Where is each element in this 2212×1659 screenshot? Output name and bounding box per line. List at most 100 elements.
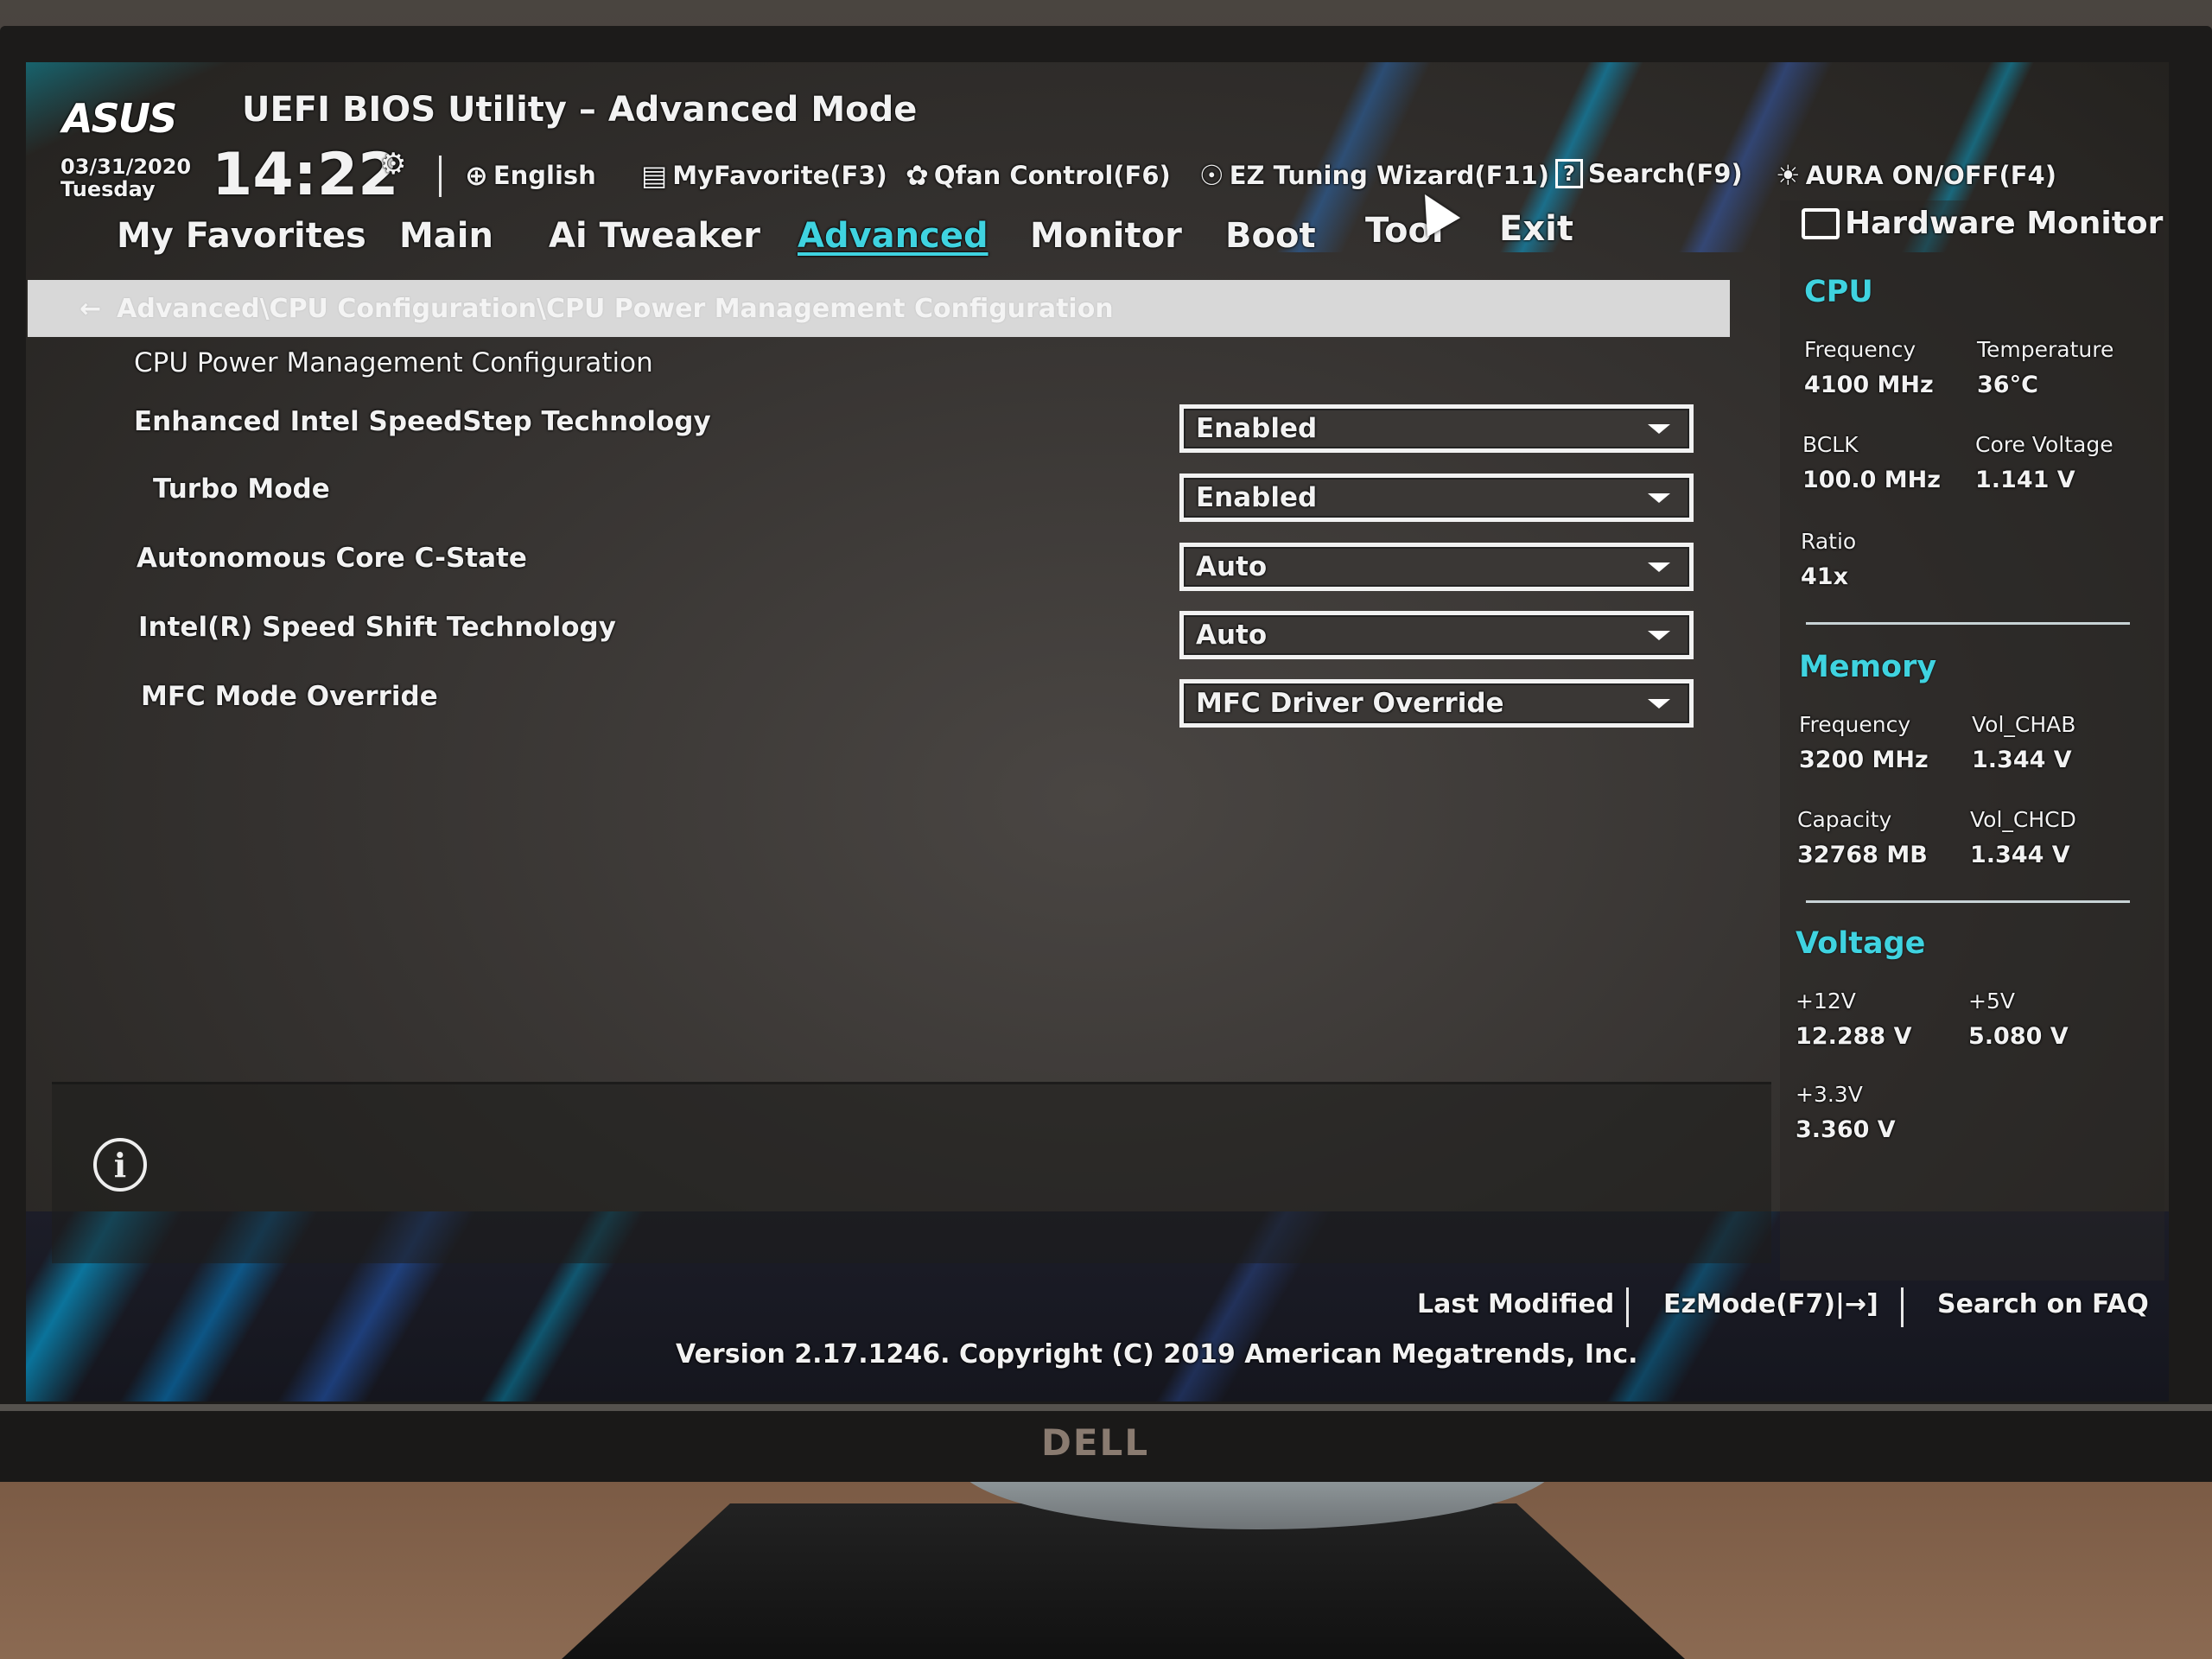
footer-divider [1626, 1287, 1629, 1327]
v12-value: 12.288 V [1796, 1023, 1912, 1050]
header-divider [439, 156, 442, 197]
language-button[interactable]: ⊕ English [465, 159, 596, 192]
cpu-frequency-value: 4100 MHz [1804, 372, 1934, 398]
vol-chcd-value: 1.344 V [1970, 842, 2070, 868]
ez-tuning-wizard-label: EZ Tuning Wizard(F11) [1229, 161, 1550, 190]
date-text: 03/31/2020 [60, 155, 192, 179]
cpu-temperature-value: 36°C [1977, 372, 2038, 398]
breadcrumb: ← Advanced\CPU Configuration\CPU Power M… [28, 280, 1730, 337]
tab-main[interactable]: Main [399, 216, 493, 256]
qfan-control-button[interactable]: ✿ Qfan Control(F6) [906, 159, 1171, 192]
tab-advanced[interactable]: Advanced [798, 216, 988, 256]
bios-screen: ASUS UEFI BIOS Utility – Advanced Mode 0… [26, 62, 2169, 1402]
chevron-down-icon [1648, 698, 1670, 709]
memory-section-title: Memory [1799, 650, 1937, 684]
tab-my-favorites[interactable]: My Favorites [117, 216, 366, 256]
lightbulb-icon: ☉ [1199, 159, 1224, 192]
setting-label-speedstep[interactable]: Enhanced Intel SpeedStep Technology [134, 406, 711, 437]
ratio-label: Ratio [1801, 529, 1857, 554]
bclk-value: 100.0 MHz [1802, 467, 1941, 493]
cpu-frequency-label: Frequency [1804, 337, 1916, 362]
myfavorite-label: MyFavorite(F3) [672, 161, 887, 190]
footer-divider [1901, 1287, 1904, 1327]
speed-shift-dropdown[interactable]: Auto [1179, 611, 1694, 659]
v5-label: +5V [1968, 988, 2015, 1014]
ez-mode-button[interactable]: EzMode(F7)|→] [1663, 1289, 1878, 1319]
hardware-monitor-label: Hardware Monitor [1845, 206, 2164, 241]
autonomous-cstate-dropdown[interactable]: Auto [1179, 543, 1694, 591]
v12-label: +12V [1796, 988, 1856, 1014]
chevron-down-icon [1648, 493, 1670, 503]
tab-exit[interactable]: Exit [1499, 209, 1573, 249]
aura-toggle-button[interactable]: ☀ AURA ON/OFF(F4) [1776, 159, 2056, 192]
v33-label: +3.3V [1796, 1082, 1863, 1107]
qfan-control-label: Qfan Control(F6) [933, 161, 1171, 190]
v33-value: 3.360 V [1796, 1116, 1896, 1143]
turbo-mode-dropdown[interactable]: Enabled [1179, 474, 1694, 522]
dropdown-value: Enabled [1196, 413, 1318, 444]
vol-chcd-label: Vol_CHCD [1970, 807, 2076, 832]
tab-boot[interactable]: Boot [1225, 216, 1316, 256]
cpu-temperature-label: Temperature [1977, 337, 2114, 362]
aura-label: AURA ON/OFF(F4) [1805, 161, 2056, 190]
last-modified-button[interactable]: Last Modified [1417, 1289, 1614, 1319]
setting-label-autonomous-cstate[interactable]: Autonomous Core C-State [137, 543, 527, 574]
app-title: UEFI BIOS Utility – Advanced Mode [242, 90, 918, 130]
vol-chab-label: Vol_CHAB [1972, 712, 2076, 737]
mfc-mode-dropdown[interactable]: MFC Driver Override [1179, 679, 1694, 728]
vol-chab-value: 1.344 V [1972, 747, 2072, 773]
tab-ai-tweaker[interactable]: Ai Tweaker [549, 216, 760, 256]
monitor-stand-base [562, 1503, 1685, 1659]
capacity-value: 32768 MB [1797, 842, 1928, 868]
version-copyright: Version 2.17.1246. Copyright (C) 2019 Am… [676, 1339, 1638, 1370]
aura-icon: ☀ [1776, 159, 1801, 192]
core-voltage-value: 1.141 V [1975, 467, 2075, 493]
chevron-down-icon [1648, 423, 1670, 434]
help-search-icon: ? [1555, 159, 1583, 188]
myfavorite-button[interactable]: ▤ MyFavorite(F3) [641, 159, 887, 192]
dropdown-value: Auto [1196, 551, 1268, 582]
language-label: English [493, 161, 596, 190]
time-display[interactable]: 14:22 [212, 144, 398, 207]
back-arrow-icon[interactable]: ← [79, 294, 101, 324]
v5-value: 5.080 V [1968, 1023, 2069, 1050]
core-voltage-label: Core Voltage [1975, 432, 2113, 457]
hw-divider [1806, 622, 2130, 625]
search-faq-button[interactable]: Search on FAQ [1937, 1289, 2149, 1319]
date-display[interactable]: 03/31/2020 Tuesday [60, 156, 191, 200]
setting-label-mfc-mode[interactable]: MFC Mode Override [141, 681, 438, 712]
memory-frequency-label: Frequency [1799, 712, 1911, 737]
bclk-label: BCLK [1802, 432, 1859, 457]
speedstep-dropdown[interactable]: Enabled [1179, 404, 1694, 453]
search-button[interactable]: ? Search(F9) [1555, 159, 1743, 188]
help-panel: i [52, 1082, 1771, 1263]
asus-logo: ASUS [62, 95, 177, 142]
voltage-section-title: Voltage [1796, 926, 1926, 961]
tab-monitor[interactable]: Monitor [1030, 216, 1182, 256]
monitor-icon [1802, 207, 1840, 239]
capacity-label: Capacity [1797, 807, 1892, 832]
ratio-value: 41x [1801, 563, 1848, 590]
dropdown-value: Auto [1196, 620, 1268, 651]
chevron-down-icon [1648, 630, 1670, 640]
globe-icon: ⊕ [465, 159, 488, 192]
settings-gear-icon[interactable]: ⚙ [380, 147, 406, 181]
search-label: Search(F9) [1587, 159, 1743, 188]
dropdown-value: MFC Driver Override [1196, 688, 1504, 719]
chevron-down-icon [1648, 562, 1670, 572]
ez-tuning-wizard-button[interactable]: ☉ EZ Tuning Wizard(F11) [1199, 159, 1549, 192]
cpu-section-title: CPU [1804, 275, 1873, 309]
memory-frequency-value: 3200 MHz [1799, 747, 1929, 773]
day-text: Tuesday [60, 177, 156, 201]
hardware-monitor-title: Hardware Monitor [1802, 206, 2163, 241]
dropdown-value: Enabled [1196, 482, 1318, 513]
dell-logo: DELL [1041, 1421, 1150, 1464]
setting-label-speed-shift[interactable]: Intel(R) Speed Shift Technology [138, 612, 616, 643]
section-title: CPU Power Management Configuration [134, 347, 653, 378]
info-icon: i [93, 1138, 147, 1192]
breadcrumb-path: Advanced\CPU Configuration\CPU Power Man… [117, 293, 1114, 324]
hw-divider [1806, 900, 2130, 903]
fan-icon: ✿ [906, 159, 929, 192]
setting-label-turbo-mode[interactable]: Turbo Mode [153, 474, 330, 505]
favorite-icon: ▤ [641, 159, 668, 192]
